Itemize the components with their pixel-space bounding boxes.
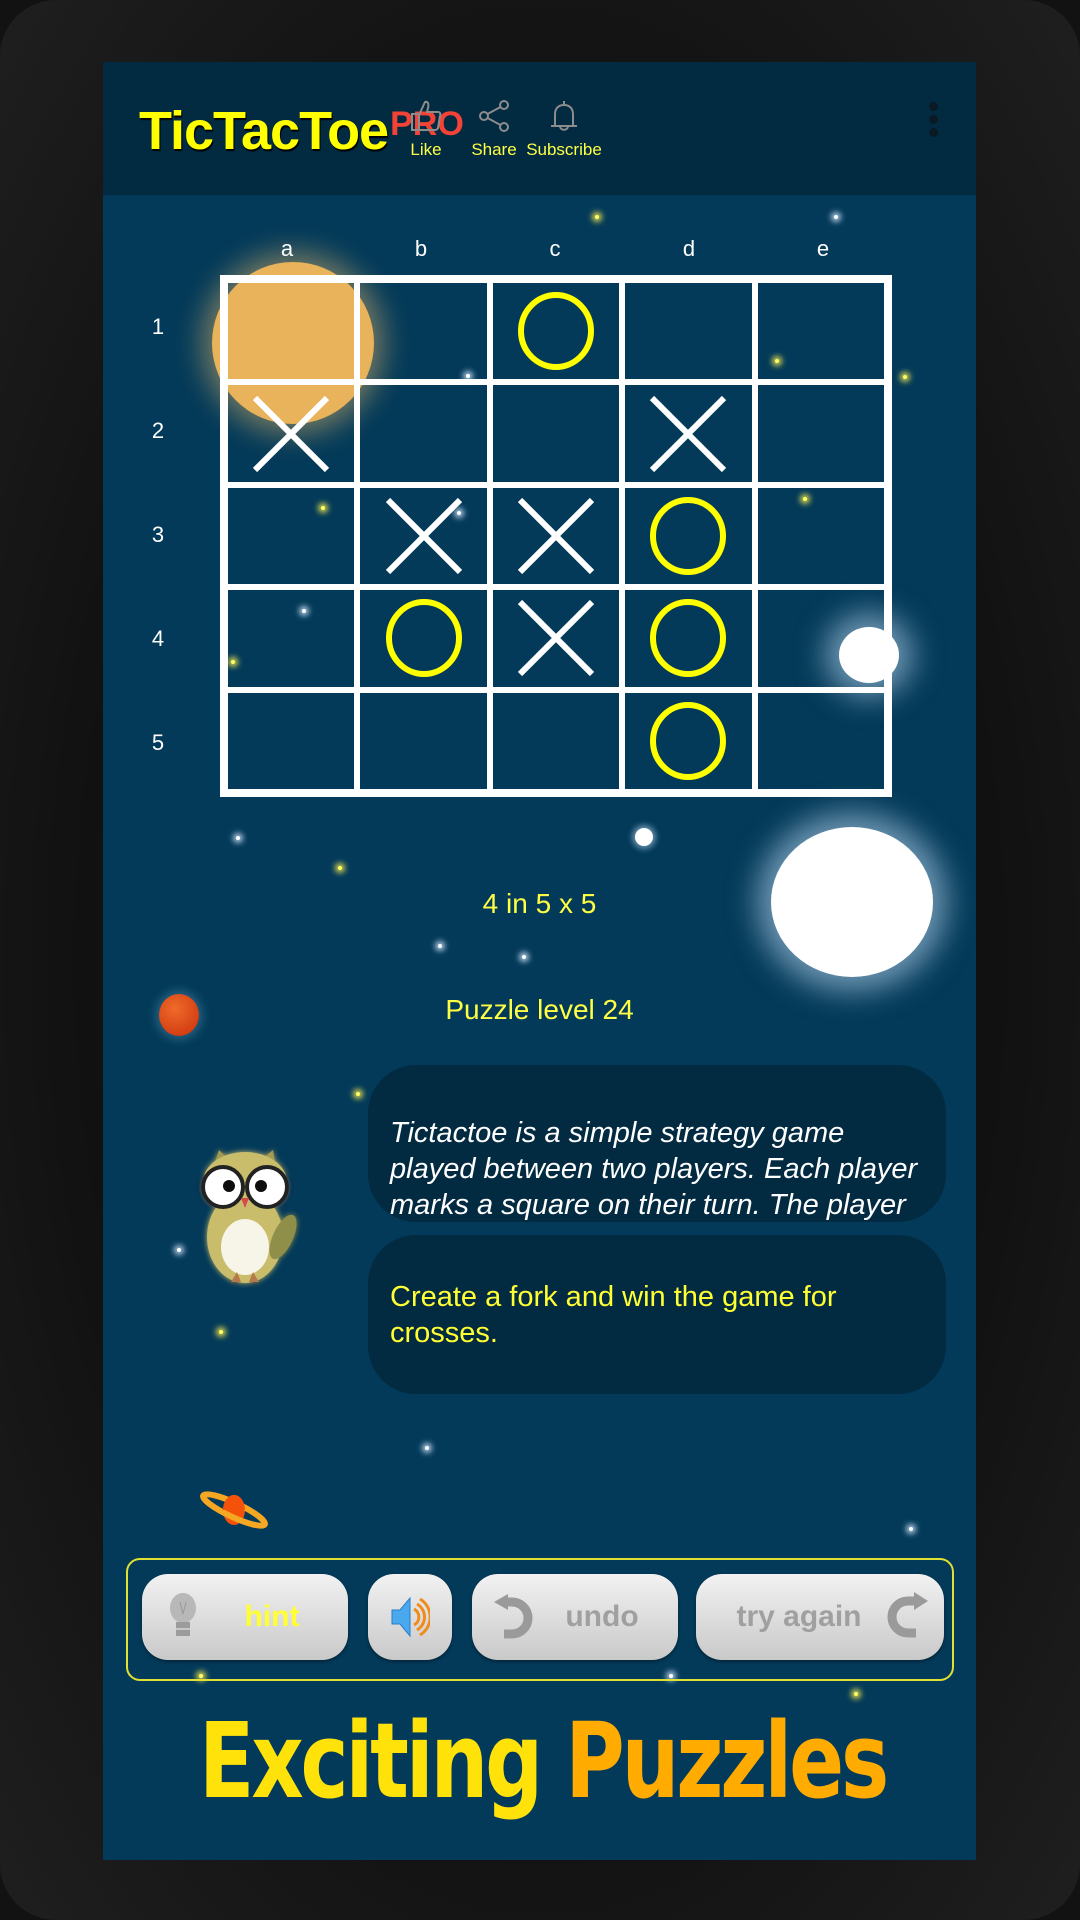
board-cell-e3[interactable] — [754, 484, 887, 588]
undo-button[interactable]: undo — [472, 1574, 678, 1660]
device-frame: TicTacToePRO Like Share Subscribe a b c … — [0, 0, 1080, 1920]
column-label: c — [549, 236, 561, 261]
cross-mark-icon — [385, 497, 462, 575]
board-cell-b1[interactable] — [357, 280, 490, 383]
star-icon — [595, 215, 599, 219]
objective-bubble: Create a fork and win the game for cross… — [368, 1235, 946, 1394]
board-cell-e4[interactable] — [754, 587, 887, 690]
board-cell-e1[interactable] — [754, 280, 887, 383]
speaker-icon — [391, 1596, 430, 1638]
board-cell-c2[interactable] — [489, 382, 623, 485]
star-icon — [177, 1248, 181, 1252]
board-cell-c4[interactable] — [489, 587, 623, 690]
control-bar: hint undo try again — [126, 1558, 954, 1681]
saturn-decoration — [200, 1491, 268, 1529]
column-label: d — [682, 236, 696, 261]
cross-mark-icon — [650, 395, 727, 472]
tiny-moon-decoration — [635, 828, 653, 846]
app-header: TicTacToePRO Like Share Subscribe — [103, 62, 976, 195]
circle-mark-icon — [385, 599, 462, 678]
column-label: b — [414, 236, 428, 261]
board-cell-c1[interactable] — [489, 280, 623, 383]
subscribe-button[interactable]: Subscribe — [519, 98, 609, 160]
owl-mascot-icon — [201, 1150, 297, 1283]
app-screen: TicTacToePRO Like Share Subscribe a b c … — [103, 62, 976, 1860]
subscribe-label: Subscribe — [526, 140, 602, 159]
board-cell-d4[interactable] — [622, 587, 755, 690]
board-cell-d1[interactable] — [622, 280, 755, 383]
star-icon — [903, 375, 907, 379]
board-cell-b2[interactable] — [357, 382, 490, 485]
board-cell-c5[interactable] — [489, 689, 623, 792]
hint-button[interactable]: hint — [142, 1574, 348, 1660]
redo-icon — [887, 1592, 928, 1638]
star-icon — [854, 1692, 858, 1696]
row-label: 5 — [151, 730, 165, 755]
column-label: e — [816, 236, 830, 261]
cross-mark-icon — [253, 395, 330, 472]
board-cell-e5[interactable] — [754, 689, 887, 792]
row-label: 1 — [151, 314, 165, 339]
star-icon — [356, 1092, 360, 1096]
thumbs-up-icon — [411, 100, 442, 131]
board-cell-a5[interactable] — [225, 689, 358, 792]
board-cell-b5[interactable] — [357, 689, 490, 792]
board-cell-b4[interactable] — [357, 587, 490, 690]
column-label: a — [280, 236, 294, 261]
hint-label: hint — [244, 1600, 300, 1633]
try-again-label: try again — [736, 1600, 862, 1633]
board-cell-a3[interactable] — [225, 484, 358, 588]
row-label: 3 — [151, 522, 165, 547]
undo-icon — [494, 1594, 533, 1639]
board-cell-a4[interactable] — [225, 587, 358, 690]
sound-toggle-button[interactable] — [368, 1574, 452, 1660]
circle-mark-icon — [650, 496, 727, 575]
star-icon — [522, 955, 526, 959]
objective-text: Create a fork and win the game for cross… — [390, 1281, 837, 1349]
star-icon — [219, 1330, 223, 1334]
undo-label: undo — [565, 1600, 639, 1633]
column-labels: a b c d e — [220, 236, 892, 266]
promo-word-puzzles: Puzzles — [565, 1700, 889, 1822]
game-mode-label: 4 in 5 x 5 — [482, 888, 597, 919]
description-text: Tictactoe is a simple strategy game play… — [390, 1117, 918, 1221]
app-title: TicTacToe — [139, 101, 389, 161]
puzzle-level-label: Puzzle level 24 — [445, 994, 634, 1025]
try-again-button[interactable]: try again — [696, 1574, 944, 1660]
star-icon — [834, 215, 838, 219]
board-cell-d2[interactable] — [622, 382, 755, 485]
board-cell-e2[interactable] — [754, 382, 887, 485]
board-cell-a2[interactable] — [225, 382, 358, 485]
description-bubble[interactable]: Tictactoe is a simple strategy game play… — [368, 1065, 946, 1222]
circle-mark-icon — [650, 599, 727, 678]
lightbulb-icon — [170, 1593, 196, 1636]
promo-banner: Exciting Puzzles — [199, 1700, 889, 1822]
cross-mark-icon — [517, 497, 595, 575]
cross-mark-icon — [517, 600, 595, 677]
board-cell-c3[interactable] — [489, 484, 623, 588]
board-cell-b3[interactable] — [357, 484, 490, 588]
circle-mark-icon — [517, 292, 594, 371]
more-vertical-icon[interactable] — [926, 102, 940, 146]
star-icon — [425, 1446, 429, 1450]
game-board — [220, 275, 892, 797]
board-cell-d5[interactable] — [622, 689, 755, 792]
board-cell-a1[interactable] — [225, 280, 358, 383]
circle-mark-icon — [650, 701, 727, 780]
promo-word-exciting: Exciting — [199, 1700, 543, 1822]
star-icon — [438, 944, 442, 948]
share-icon — [479, 100, 509, 132]
star-icon — [236, 836, 240, 840]
star-icon — [338, 866, 342, 870]
bell-icon — [551, 101, 577, 131]
board-cell-d3[interactable] — [622, 484, 755, 588]
star-icon — [909, 1527, 913, 1531]
row-label: 2 — [151, 418, 165, 443]
row-label: 4 — [151, 626, 165, 651]
